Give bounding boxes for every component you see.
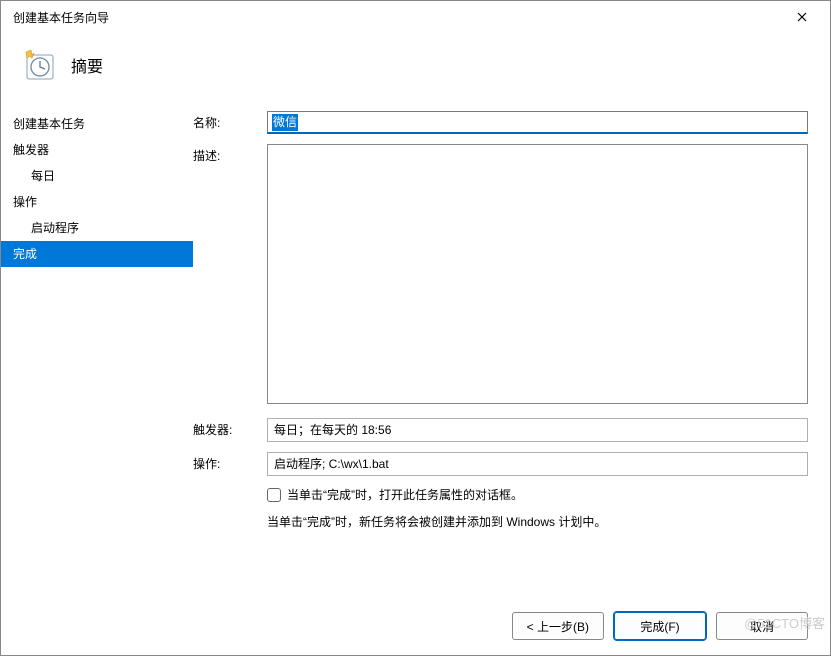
description-input[interactable] [267,144,808,404]
step-start-program[interactable]: 启动程序 [1,215,193,241]
step-action[interactable]: 操作 [1,189,193,215]
wizard-footer: < 上一步(B) 完成(F) 取消 [1,597,830,655]
cancel-button[interactable]: 取消 [716,612,808,640]
step-daily[interactable]: 每日 [1,163,193,189]
titlebar: 创建基本任务向导 [1,1,830,33]
action-value[interactable]: 启动程序; C:\wx\1.bat [267,452,808,476]
info-text: 当单击“完成”时，新任务将会被创建并添加到 Windows 计划中。 [267,513,808,530]
window-title: 创建基本任务向导 [13,9,109,26]
name-value-selected: 微信 [272,114,298,131]
back-button[interactable]: < 上一步(B) [512,612,604,640]
desc-label: 描述: [193,144,267,164]
content: 创建基本任务 触发器 每日 操作 启动程序 完成 名称: 微信 描述: 触发器:… [1,105,830,597]
trigger-value[interactable]: 每日；在每天的 18:56 [267,418,808,442]
step-finish[interactable]: 完成 [1,241,193,267]
step-trigger[interactable]: 触发器 [1,137,193,163]
page-title: 摘要 [71,53,103,77]
close-button[interactable] [782,3,822,31]
clock-icon [21,47,57,83]
step-create-task[interactable]: 创建基本任务 [1,111,193,137]
open-properties-label: 当单击“完成”时，打开此任务属性的对话框。 [287,486,523,503]
wizard-steps: 创建基本任务 触发器 每日 操作 启动程序 完成 [1,105,193,597]
open-properties-checkbox[interactable] [267,488,281,502]
trigger-label: 触发器: [193,418,267,438]
action-label: 操作: [193,452,267,472]
wizard-header: 摘要 [1,33,830,105]
name-label: 名称: [193,111,267,131]
close-icon [797,12,807,22]
name-input[interactable]: 微信 [267,111,808,134]
finish-button[interactable]: 完成(F) [614,612,706,640]
form-panel: 名称: 微信 描述: 触发器: 每日；在每天的 18:56 操作: 启动程序; … [193,105,830,597]
